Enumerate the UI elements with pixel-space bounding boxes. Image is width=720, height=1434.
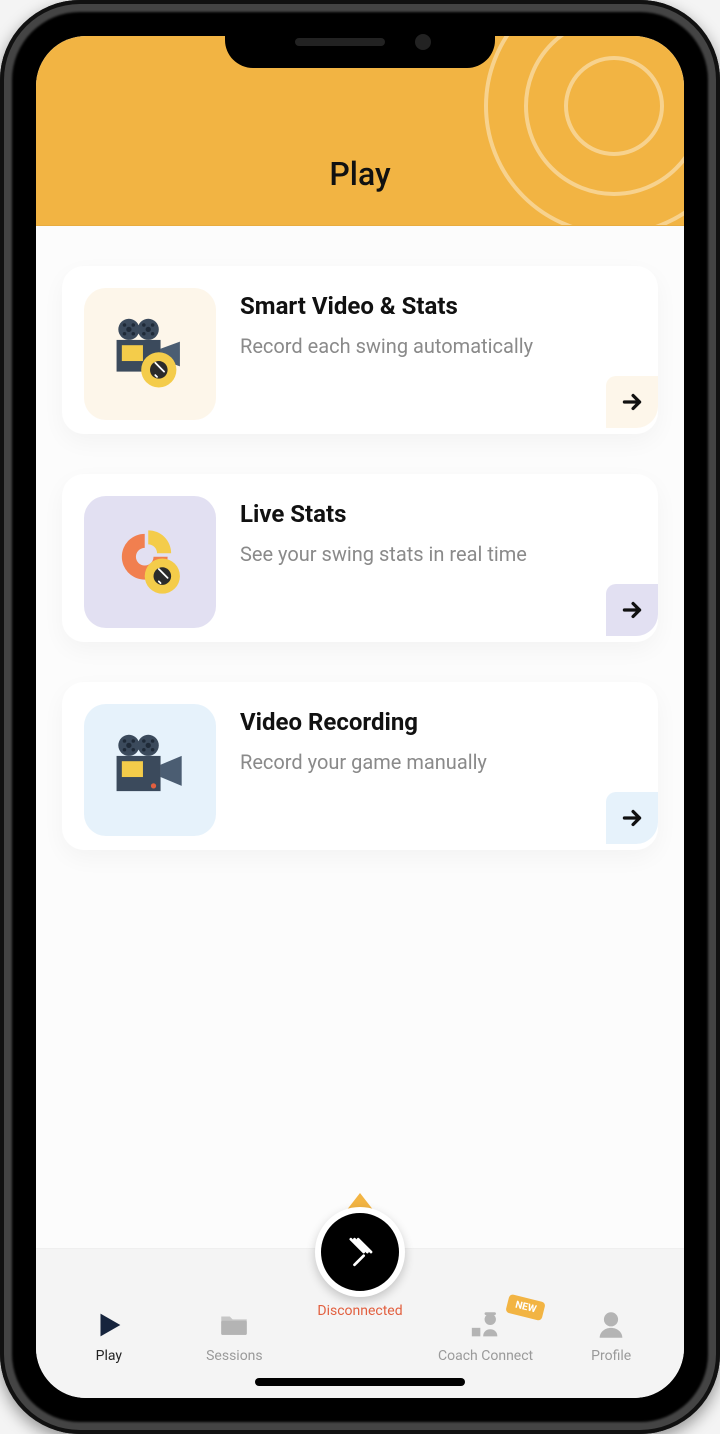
new-badge: NEW [505, 1294, 546, 1321]
card-title: Live Stats [240, 500, 636, 528]
card-live-stats[interactable]: Live Stats See your swing stats in real … [62, 474, 658, 642]
live-stats-icon [84, 496, 216, 628]
nav-label: Sessions [206, 1348, 263, 1364]
center-fab-wrap: Disconnected [315, 1193, 405, 1319]
coach-icon [469, 1308, 503, 1342]
card-smart-video-stats[interactable]: Smart Video & Stats Record each swing au… [62, 266, 658, 434]
profile-icon [594, 1308, 628, 1342]
play-icon [92, 1308, 126, 1342]
sensor-icon [338, 1230, 382, 1274]
phone-bezel: Play [24, 24, 696, 1410]
card-body: Smart Video & Stats Record each swing au… [240, 288, 636, 360]
card-subtitle: Record your game manually [240, 748, 636, 776]
card-body: Live Stats See your swing stats in real … [240, 496, 636, 568]
nav-item-sessions[interactable]: Sessions [172, 1308, 298, 1364]
video-stats-icon [84, 288, 216, 420]
nav-item-play[interactable]: Play [46, 1308, 172, 1364]
connect-fab[interactable] [315, 1207, 405, 1297]
video-recording-icon [84, 704, 216, 836]
nav-item-profile[interactable]: Profile [548, 1308, 674, 1364]
card-title: Smart Video & Stats [240, 292, 636, 320]
fab-label: Disconnected [317, 1303, 402, 1319]
card-title: Video Recording [240, 708, 636, 736]
page-title: Play [329, 155, 390, 193]
card-body: Video Recording Record your game manuall… [240, 704, 636, 776]
app-screen: Play [36, 36, 684, 1398]
nav-label: Play [96, 1348, 122, 1364]
phone-notch [225, 24, 495, 68]
nav-item-coach-connect[interactable]: NEW Coach Connect [423, 1308, 549, 1364]
card-subtitle: See your swing stats in real time [240, 540, 636, 568]
card-arrow-button[interactable] [606, 376, 658, 428]
bottom-nav: Play Sessions placeholder NEW [36, 1248, 684, 1398]
folder-icon [217, 1308, 251, 1342]
card-arrow-button[interactable] [606, 584, 658, 636]
nav-label: Coach Connect [438, 1348, 533, 1364]
nav-label: Profile [591, 1348, 631, 1364]
phone-frame: Play [0, 0, 720, 1434]
card-subtitle: Record each swing automatically [240, 332, 636, 360]
content: Smart Video & Stats Record each swing au… [36, 226, 684, 1248]
card-arrow-button[interactable] [606, 792, 658, 844]
card-video-recording[interactable]: Video Recording Record your game manuall… [62, 682, 658, 850]
header-decoration [484, 36, 684, 226]
home-indicator[interactable] [255, 1378, 465, 1386]
